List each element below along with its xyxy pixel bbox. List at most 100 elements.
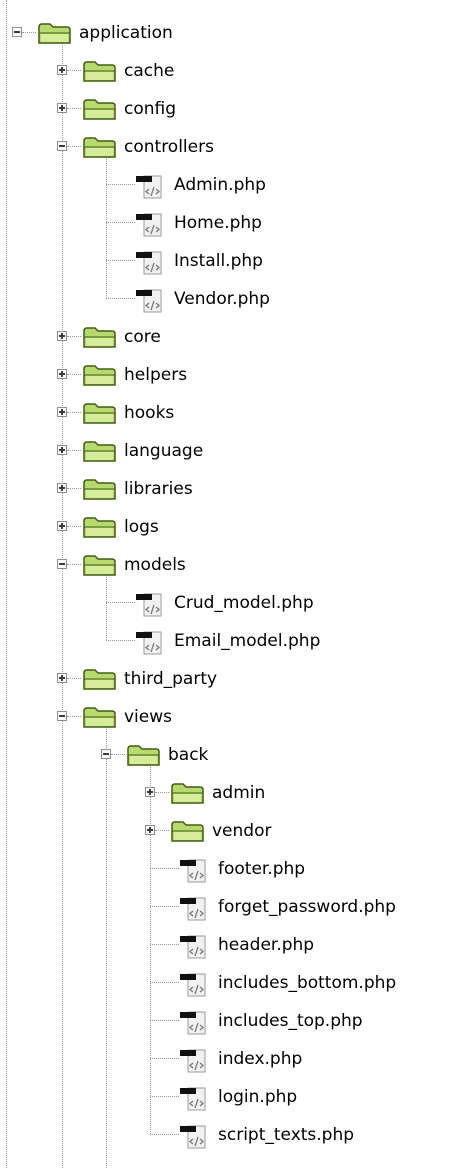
tree-item-label: language [124,441,204,461]
expand-plus-icon[interactable] [57,445,67,455]
tree-item-label: footer.php [218,859,306,879]
tree-connector [150,1096,179,1097]
tree-file-includes-top-php[interactable]: includes_top.php [0,1003,461,1041]
tree-folder-admin[interactable]: admin [0,775,461,813]
tree-folder-third-party[interactable]: third_party [0,661,461,699]
tree-item-label: libraries [124,479,193,499]
expand-minus-icon[interactable] [57,141,67,151]
expand-plus-icon[interactable] [57,521,67,531]
tree-item-label: Crud_model.php [174,593,314,613]
folder-icon [82,60,120,88]
tree-connector [67,678,81,679]
php-file-icon [134,630,164,660]
tree-file-forget-password-php[interactable]: forget_password.php [0,889,461,927]
php-file-icon [134,288,164,318]
php-file-icon [178,1010,208,1040]
php-file-icon [178,858,208,888]
tree-file-header-php[interactable]: header.php [0,927,461,965]
php-file-icon [134,212,164,242]
php-file-icon [134,174,164,204]
tree-file-install-php[interactable]: Install.php [0,243,461,281]
expand-plus-icon[interactable] [57,369,67,379]
tree-folder-models[interactable]: models [0,547,461,585]
tree-connector [150,944,179,945]
tree-folder-language[interactable]: language [0,433,461,471]
php-file-icon [178,1086,208,1116]
tree-folder-back[interactable]: back [0,737,461,775]
tree-file-crud-model-php[interactable]: Crud_model.php [0,585,461,623]
tree-folder-hooks[interactable]: hooks [0,395,461,433]
tree-folder-vendor[interactable]: vendor [0,813,461,851]
tree-connector [150,906,179,907]
tree-item-label: core [124,327,161,347]
expand-minus-icon[interactable] [57,559,67,569]
tree-item-label: Install.php [174,251,263,271]
tree-item-label: vendor [212,821,272,841]
expand-minus-icon[interactable] [12,27,22,37]
tree-folder-controllers[interactable]: controllers [0,129,461,167]
tree-folder-cache[interactable]: cache [0,53,461,91]
tree-item-label: forget_password.php [218,897,396,917]
php-file-icon [178,896,208,926]
tree-folder-core[interactable]: core [0,319,461,357]
tree-file-includes-bottom-php[interactable]: includes_bottom.php [0,965,461,1003]
tree-connector [67,336,81,337]
folder-icon [126,744,164,772]
tree-file-home-php[interactable]: Home.php [0,205,461,243]
expand-plus-icon[interactable] [57,673,67,683]
tree-folder-application[interactable]: application [0,15,461,53]
php-file-icon [178,972,208,1002]
tree-connector [106,184,135,185]
php-file-icon [134,250,164,280]
tree-item-label: cache [124,61,175,81]
tree-connector [22,32,36,33]
php-file-icon [178,934,208,964]
tree-item-label: logs [124,517,159,537]
php-file-icon [178,1048,208,1078]
tree-connector [150,1020,179,1021]
expand-plus-icon[interactable] [57,103,67,113]
folder-icon [82,706,120,734]
folder-icon [82,326,120,354]
tree-folder-logs[interactable]: logs [0,509,461,547]
tree-folder-libraries[interactable]: libraries [0,471,461,509]
expand-plus-icon[interactable] [57,65,67,75]
tree-folder-views[interactable]: views [0,699,461,737]
tree-item-label: helpers [124,365,188,385]
tree-connector [150,1134,179,1135]
tree-file-footer-php[interactable]: footer.php [0,851,461,889]
tree-connector [67,450,81,451]
tree-item-label: includes_bottom.php [218,973,397,993]
tree-item-label: Home.php [174,213,262,233]
tree-item-label: header.php [218,935,315,955]
tree-file-script-texts-php[interactable]: script_texts.php [0,1117,461,1155]
tree-folder-helpers[interactable]: helpers [0,357,461,395]
tree-file-index-php[interactable]: index.php [0,1041,461,1079]
tree-item-label: application [79,23,173,43]
folder-icon [82,364,120,392]
tree-connector [67,374,81,375]
expand-plus-icon[interactable] [145,825,155,835]
expand-plus-icon[interactable] [57,407,67,417]
tree-item-label: views [124,707,173,727]
tree-connector [67,526,81,527]
tree-folder-config[interactable]: config [0,91,461,129]
tree-connector [111,754,125,755]
expand-plus-icon[interactable] [57,331,67,341]
tree-file-email-model-php[interactable]: Email_model.php [0,623,461,661]
expand-minus-icon[interactable] [57,711,67,721]
folder-icon [82,516,120,544]
tree-item-label: back [168,745,209,765]
tree-item-label: script_texts.php [218,1125,355,1145]
tree-file-vendor-php[interactable]: Vendor.php [0,281,461,319]
expand-plus-icon[interactable] [57,483,67,493]
folder-icon [82,478,120,506]
tree-file-login-php[interactable]: login.php [0,1079,461,1117]
tree-item-label: config [124,99,177,119]
tree-connector [67,108,81,109]
expand-plus-icon[interactable] [145,787,155,797]
tree-connector [67,146,81,147]
folder-icon [82,440,120,468]
tree-file-admin-php[interactable]: Admin.php [0,167,461,205]
expand-minus-icon[interactable] [101,749,111,759]
